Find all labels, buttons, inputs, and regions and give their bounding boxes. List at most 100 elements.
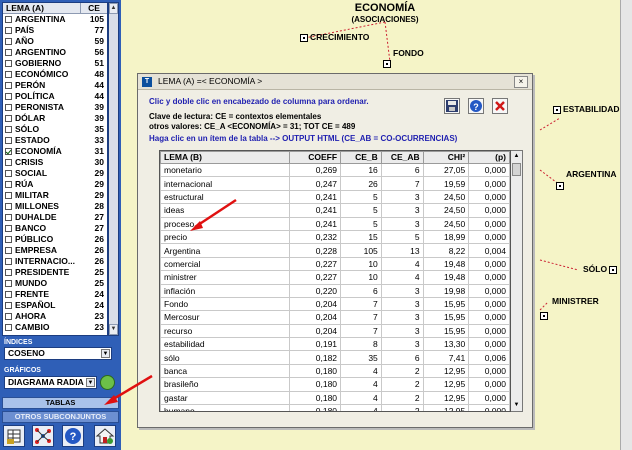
checkbox[interactable]: [5, 181, 12, 188]
checkbox[interactable]: [5, 192, 12, 199]
table-cell[interactable]: 15,95: [422, 296, 470, 312]
col-chi2[interactable]: CHI²: [422, 151, 470, 164]
list-item[interactable]: PERONISTA 39: [3, 102, 107, 113]
node-solo[interactable]: SÓLO: [583, 264, 619, 274]
lemma-list-scrollbar[interactable]: ▲ ▼: [108, 2, 119, 336]
table-cell[interactable]: 4: [380, 270, 424, 285]
table-cell[interactable]: 6: [380, 162, 424, 178]
checkbox[interactable]: [5, 60, 12, 67]
list-item[interactable]: PAÍS 77: [3, 25, 107, 36]
checkbox[interactable]: [5, 203, 12, 210]
table-cell[interactable]: 0,180: [289, 363, 342, 379]
table-cell[interactable]: 0,000: [468, 256, 510, 272]
map-scrollbar[interactable]: [620, 0, 632, 450]
table-cell[interactable]: 18,99: [422, 229, 470, 245]
checkbox[interactable]: [5, 137, 12, 144]
table-cell[interactable]: 24,50: [422, 216, 470, 231]
table-cell[interactable]: 5: [380, 229, 424, 245]
table-cell[interactable]: 7: [340, 323, 382, 339]
table-cell[interactable]: 12,95: [422, 404, 470, 411]
list-item[interactable]: ECONÓMICO 48: [3, 69, 107, 80]
home-button[interactable]: [94, 425, 116, 447]
checkbox[interactable]: [5, 104, 12, 111]
table-cell[interactable]: 3: [380, 283, 424, 298]
table-cell[interactable]: internacional: [160, 176, 291, 191]
table-cell[interactable]: sólo: [160, 350, 291, 365]
table-cell[interactable]: 13: [380, 243, 424, 258]
table-cell[interactable]: 19,98: [422, 283, 470, 298]
table-cell[interactable]: recurso: [160, 323, 291, 339]
table-row[interactable]: ideas 0,241 5 3 24,50 0,000: [160, 203, 510, 218]
list-item[interactable]: DUHALDE 27: [3, 212, 107, 223]
table-cell[interactable]: 3: [380, 216, 424, 231]
table-cell[interactable]: 0,004: [468, 243, 510, 258]
table-cell[interactable]: 0,204: [289, 323, 342, 339]
list-item[interactable]: MUNDO 25: [3, 278, 107, 289]
table-cell[interactable]: 19,48: [422, 270, 470, 285]
table-row[interactable]: precio 0,232 15 5 18,99 0,000: [160, 229, 510, 245]
list-item[interactable]: RÚA 29: [3, 179, 107, 190]
table-cell[interactable]: 0,269: [289, 162, 342, 178]
table-cell[interactable]: 0,000: [468, 310, 510, 325]
list-item[interactable]: CRISIS 30: [3, 157, 107, 168]
table-cell[interactable]: 3: [380, 296, 424, 312]
table-cell[interactable]: ministrer: [160, 270, 291, 285]
table-cell[interactable]: 4: [340, 363, 382, 379]
table-cell[interactable]: 0,247: [289, 176, 342, 191]
list-item[interactable]: ECONOMÍA 31: [3, 146, 107, 157]
table-cell[interactable]: estabilidad: [160, 337, 291, 352]
list-item[interactable]: AÑO 59: [3, 36, 107, 47]
chevron-down-icon[interactable]: ▼: [86, 378, 95, 387]
scroll-down-icon[interactable]: ▼: [109, 324, 118, 335]
table-cell[interactable]: 0,000: [468, 270, 510, 285]
scroll-up-icon[interactable]: ▲: [511, 151, 522, 162]
table-cell[interactable]: brasileño: [160, 377, 291, 392]
list-item[interactable]: DÓLAR 39: [3, 113, 107, 124]
table-cell[interactable]: ideas: [160, 203, 291, 218]
table-cell[interactable]: 0,180: [289, 377, 342, 392]
table-row[interactable]: monetario 0,269 16 6 27,05 0,000: [160, 162, 510, 178]
table-row[interactable]: comercial 0,227 10 4 19,48 0,000: [160, 256, 510, 272]
table-cell[interactable]: precio: [160, 229, 291, 245]
table-cell[interactable]: monetario: [160, 162, 291, 178]
checkbox[interactable]: [5, 71, 12, 78]
checkbox[interactable]: [5, 49, 12, 56]
table-cell[interactable]: 3: [380, 323, 424, 339]
table-cell[interactable]: 3: [380, 310, 424, 325]
table-row[interactable]: humano 0,180 4 2 12,95 0,000: [160, 404, 510, 411]
chevron-down-icon[interactable]: ▼: [101, 349, 110, 358]
table-cell[interactable]: 0,000: [468, 296, 510, 312]
col-ce-ab[interactable]: CE_AB: [380, 151, 424, 164]
table-row[interactable]: estructural 0,241 5 3 24,50 0,000: [160, 189, 510, 205]
table-cell[interactable]: 3: [380, 337, 424, 352]
table-cell[interactable]: 7: [340, 310, 382, 325]
table-cell[interactable]: 35: [340, 350, 382, 365]
table-cell[interactable]: 16: [340, 162, 382, 178]
dialog-titlebar[interactable]: T LEMA (A) =< ECONOMÍA > ×: [138, 74, 532, 90]
table-cell[interactable]: 0,228: [289, 243, 342, 258]
table-cell[interactable]: 2: [380, 404, 424, 411]
table-cell[interactable]: 26: [340, 176, 382, 191]
table-scrollbar[interactable]: ▲ ▼: [511, 150, 523, 412]
table-cell[interactable]: 0,241: [289, 203, 342, 218]
node-argentina[interactable]: ARGENTINA: [566, 169, 617, 179]
checkbox[interactable]: [5, 269, 12, 276]
table-cell[interactable]: 0,000: [468, 189, 510, 205]
checkbox[interactable]: [5, 115, 12, 122]
table-cell[interactable]: 0,000: [468, 404, 510, 411]
list-item[interactable]: ARGENTINA 105: [3, 14, 107, 25]
table-row[interactable]: recurso 0,204 7 3 15,95 0,000: [160, 323, 510, 339]
list-item[interactable]: INTERNACIO... 26: [3, 256, 107, 267]
table-cell[interactable]: 0,232: [289, 229, 342, 245]
node-crecimiento[interactable]: CRECIMIENTO: [300, 32, 369, 42]
otros-subconjuntos-button[interactable]: OTROS SUBCONJUNTOS: [2, 411, 119, 423]
table-cell[interactable]: 7: [340, 296, 382, 312]
table-cell[interactable]: 105: [340, 243, 382, 258]
list-item[interactable]: ARGENTINO 56: [3, 47, 107, 58]
table-cell[interactable]: 0,000: [468, 377, 510, 392]
table-cell[interactable]: 0,000: [468, 323, 510, 339]
table-cell[interactable]: 24,50: [422, 203, 470, 218]
scroll-down-icon[interactable]: ▼: [511, 400, 522, 411]
table-cell[interactable]: 2: [380, 363, 424, 379]
checkbox[interactable]: [5, 38, 12, 45]
